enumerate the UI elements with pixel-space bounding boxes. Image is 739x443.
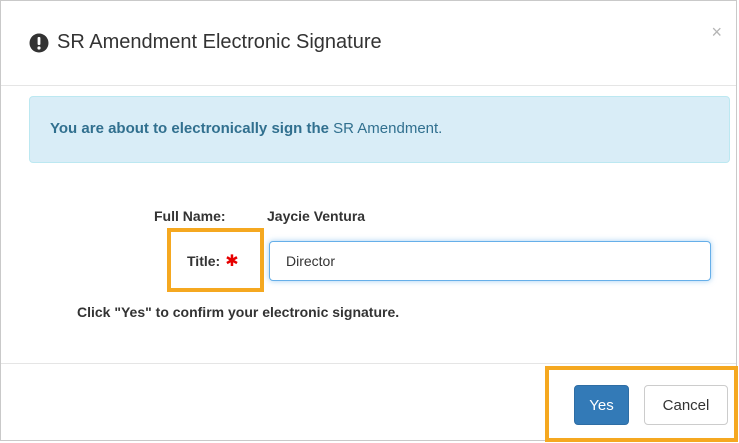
full-name-value: Jaycie Ventura [267, 208, 366, 224]
alert-document-name: SR Amendment. [333, 120, 443, 137]
dialog-title: SR Amendment Electronic Signature [57, 31, 382, 53]
exclamation-circle-icon [29, 33, 49, 53]
required-asterisk-icon: ✱ [225, 253, 239, 270]
info-alert: You are about to electronically sign the… [29, 96, 730, 163]
full-name-label: Full Name: [154, 208, 226, 224]
close-button[interactable]: × [711, 23, 722, 41]
yes-button[interactable]: Yes [574, 385, 629, 425]
confirm-instructions: Click "Yes" to confirm your electronic s… [77, 304, 400, 320]
cancel-button[interactable]: Cancel [644, 385, 728, 425]
title-input[interactable] [269, 241, 711, 281]
signature-dialog: SR Amendment Electronic Signature × You … [0, 0, 738, 442]
title-label: Title: ✱ [187, 251, 239, 271]
dialog-header: SR Amendment Electronic Signature × [1, 1, 736, 86]
alert-bold-text: You are about to electronically sign the [50, 120, 329, 137]
title-label-text: Title: [187, 253, 221, 269]
